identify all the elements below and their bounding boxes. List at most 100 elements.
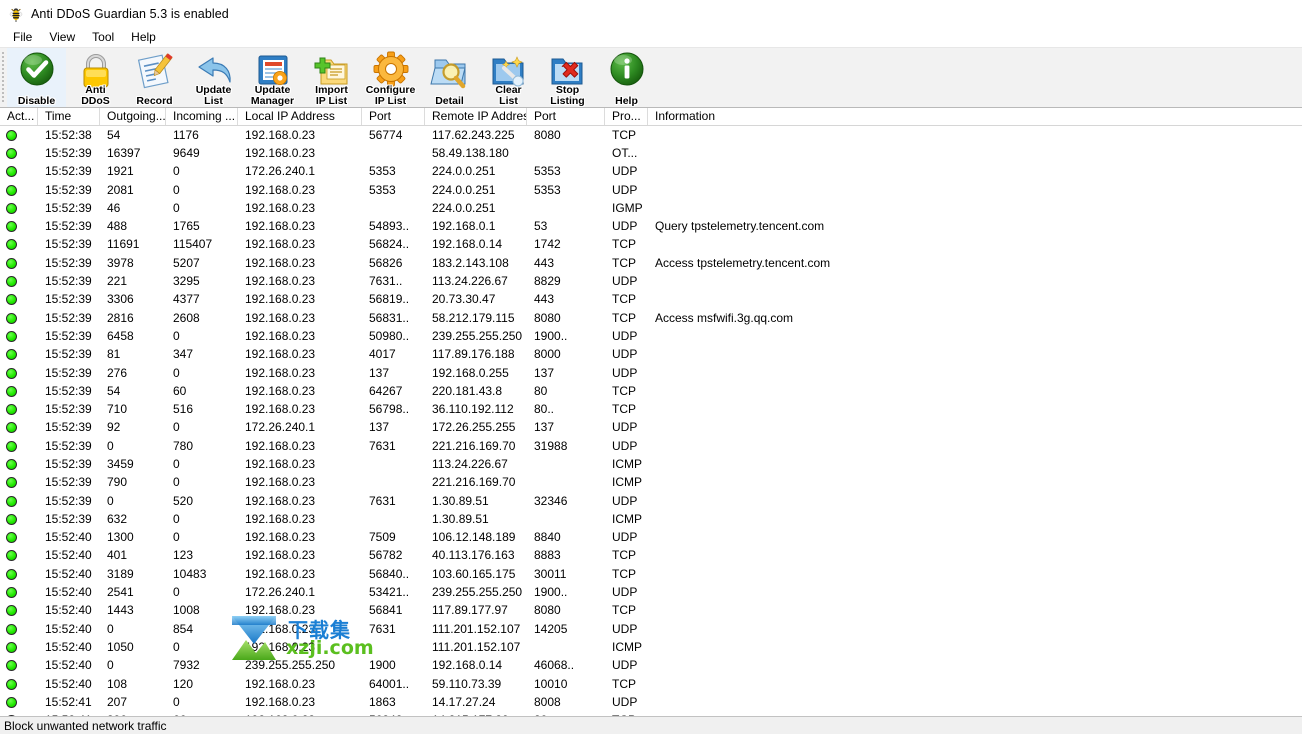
yellow-padlock-icon	[75, 51, 117, 91]
cell-local-ip: 192.168.0.23	[245, 293, 316, 307]
cell-remote-ip: 113.24.226.67	[432, 275, 508, 289]
cell-outgoing: 1921	[107, 165, 134, 179]
toolbar-stop-listing[interactable]: Stop Listing	[538, 48, 597, 107]
status-indicator-cell	[0, 422, 38, 434]
table-row[interactable]: 15:52:39 6458 0 192.168.0.23 50980.. 239.255.…	[0, 327, 1302, 345]
status-indicator-cell	[0, 330, 38, 342]
table-row[interactable]: 15:52:39 92 0 172.26.240.1 137 172.26.255.255…	[0, 419, 1302, 437]
table-row[interactable]: 15:52:41 207 0 192.168.0.23 1863 14.17.27.24 8…	[0, 693, 1302, 711]
table-row[interactable]: 15:52:40 0 7932 239.255.255.250 1900 192.168.…	[0, 657, 1302, 675]
menu-help[interactable]: Help	[123, 28, 165, 46]
toolbar-detail[interactable]: Detail	[420, 48, 479, 107]
cell-remote-port: 1900..	[534, 329, 568, 343]
table-row[interactable]: 15:52:39 221 3295 192.168.0.23 7631.. 113.24.…	[0, 272, 1302, 290]
cell-local-port: 56826	[369, 256, 403, 270]
table-row[interactable]: 15:52:40 0 854 192.168.0.23 7631 111.201.152.…	[0, 620, 1302, 638]
toolbar-record[interactable]: Record	[125, 48, 184, 107]
toolbar-disable[interactable]: Disable	[7, 48, 66, 107]
table-row[interactable]: 15:52:40 1443 1008 192.168.0.23 56841 117.89.…	[0, 602, 1302, 620]
table-row[interactable]: 15:52:39 276 0 192.168.0.23 137 192.168.0.255…	[0, 364, 1302, 382]
column-local-ip[interactable]: Local IP Address	[238, 108, 362, 125]
cell-remote-port: 10010	[534, 677, 568, 691]
menu-file[interactable]: File	[5, 28, 41, 46]
cell-incoming: 4377	[173, 293, 200, 307]
cell-incoming: 115407	[173, 238, 213, 252]
table-row[interactable]: 15:52:39 11691 115407 192.168.0.23 56824.. 19…	[0, 236, 1302, 254]
table-row[interactable]: 15:52:40 1300 0 192.168.0.23 7509 106.12.148.…	[0, 529, 1302, 547]
cell-time: 15:52:39	[45, 238, 92, 252]
table-row[interactable]: 15:52:40 108 120 192.168.0.23 64001.. 59.110.…	[0, 675, 1302, 693]
cell-time: 15:52:39	[45, 183, 92, 197]
column-outgoing[interactable]: Outgoing...	[100, 108, 166, 125]
table-row[interactable]: 15:52:39 16397 9649 192.168.0.23 58.49.138.1…	[0, 144, 1302, 162]
table-row[interactable]: 15:52:39 790 0 192.168.0.23 221.216.169.70 IC…	[0, 474, 1302, 492]
status-indicator-cell	[0, 184, 38, 196]
status-active-dot-icon	[6, 385, 17, 397]
toolbar-configure-ip-list[interactable]: Configure IP List	[361, 48, 420, 107]
bee-icon	[8, 6, 24, 22]
toolbar-grip[interactable]	[0, 48, 7, 107]
cell-remote-port: 46068..	[534, 659, 575, 673]
toolbar-help[interactable]: Help	[597, 48, 656, 107]
toolbar-anti-ddos[interactable]: Anti DDoS	[66, 48, 125, 107]
column-remote-port[interactable]: Port	[527, 108, 605, 125]
table-row[interactable]: 15:52:39 54 60 192.168.0.23 64267 220.181.43.…	[0, 382, 1302, 400]
cell-outgoing: 1300	[107, 531, 134, 545]
toolbar-update-list[interactable]: Update List	[184, 48, 243, 107]
column-action[interactable]: Act...	[0, 108, 38, 125]
table-row[interactable]: 15:52:40 3189 10483 192.168.0.23 56840.. 103.…	[0, 565, 1302, 583]
toolbar-import-ip-list[interactable]: Import IP List	[302, 48, 361, 107]
cell-local-ip: 172.26.240.1	[245, 165, 316, 179]
column-protocol[interactable]: Pro...	[605, 108, 648, 125]
table-row[interactable]: 15:52:39 488 1765 192.168.0.23 54893.. 192.16…	[0, 217, 1302, 235]
column-information[interactable]: Information	[648, 108, 1302, 125]
table-row[interactable]: 15:52:39 710 516 192.168.0.23 56798.. 36.110.…	[0, 400, 1302, 418]
table-row[interactable]: 15:52:39 3978 5207 192.168.0.23 56826 183.2.1…	[0, 254, 1302, 272]
cell-outgoing: 401	[107, 549, 128, 563]
table-row[interactable]: 15:52:39 81 347 192.168.0.23 4017 117.89.176.…	[0, 346, 1302, 364]
cell-remote-ip: 224.0.0.251	[432, 165, 496, 179]
cell-local-ip: 192.168.0.23	[245, 201, 316, 215]
table-row[interactable]: 15:52:39 2816 2608 192.168.0.23 56831.. 58.21…	[0, 309, 1302, 327]
table-row[interactable]: 15:52:39 46 0 192.168.0.23 224.0.0.251 IGMP	[0, 199, 1302, 217]
table-row[interactable]: 15:52:40 1050 0 192.168.0.23 111.201.152.107…	[0, 638, 1302, 656]
cell-incoming: 0	[173, 640, 180, 654]
status-active-dot-icon	[6, 239, 17, 251]
column-local-port[interactable]: Port	[362, 108, 425, 125]
cell-local-ip: 192.168.0.23	[245, 567, 316, 581]
table-row[interactable]: 15:52:39 0 520 192.168.0.23 7631 1.30.89.51 32…	[0, 492, 1302, 510]
column-remote-ip[interactable]: Remote IP Address	[425, 108, 527, 125]
cell-remote-ip: 117.89.176.188	[432, 348, 515, 362]
column-time[interactable]: Time	[38, 108, 100, 125]
cell-remote-port: 1900..	[534, 586, 568, 600]
status-active-dot-icon	[6, 678, 17, 690]
cell-time: 15:52:39	[45, 220, 92, 234]
menu-tool[interactable]: Tool	[84, 28, 123, 46]
status-active-dot-icon	[6, 349, 17, 361]
table-row[interactable]: 15:52:39 632 0 192.168.0.23 1.30.89.51 ICMP	[0, 510, 1302, 528]
status-active-dot-icon	[6, 129, 17, 141]
cell-time: 15:52:39	[45, 457, 92, 471]
table-row[interactable]: 15:52:39 3459 0 192.168.0.23 113.24.226.67 IC…	[0, 455, 1302, 473]
table-row[interactable]: 15:52:38 54 1176 192.168.0.23 56774 117.62.24…	[0, 126, 1302, 144]
table-row[interactable]: 15:52:40 2541 0 172.26.240.1 53421.. 239.255.…	[0, 583, 1302, 601]
toolbar-label: Detail	[435, 94, 464, 107]
table-row[interactable]: 15:52:40 401 123 192.168.0.23 56782 40.113.17…	[0, 547, 1302, 565]
cell-outgoing: 46	[107, 201, 121, 215]
cell-outgoing: 3978	[107, 256, 134, 270]
toolbar-update-manager[interactable]: Update Manager	[243, 48, 302, 107]
table-row[interactable]: 15:52:39 1921 0 172.26.240.1 5353 224.0.0.251…	[0, 163, 1302, 181]
cell-time: 15:52:40	[45, 549, 92, 563]
toolbar-clear-list[interactable]: Clear List	[479, 48, 538, 107]
folder-magnifier-icon	[429, 51, 471, 91]
table-row[interactable]: 15:52:39 0 780 192.168.0.23 7631 221.216.169.…	[0, 437, 1302, 455]
cell-remote-ip: 224.0.0.251	[432, 183, 496, 197]
cell-remote-port: 30011	[534, 567, 567, 581]
column-incoming[interactable]: Incoming ...	[166, 108, 238, 125]
table-row[interactable]: 15:52:39 3306 4377 192.168.0.23 56819.. 20.73…	[0, 291, 1302, 309]
status-active-dot-icon	[6, 623, 17, 635]
cell-protocol: TCP	[612, 238, 636, 252]
table-row[interactable]: 15:52:39 2081 0 192.168.0.23 5353 224.0.0.251…	[0, 181, 1302, 199]
menu-view[interactable]: View	[41, 28, 84, 46]
status-indicator-cell	[0, 587, 38, 599]
